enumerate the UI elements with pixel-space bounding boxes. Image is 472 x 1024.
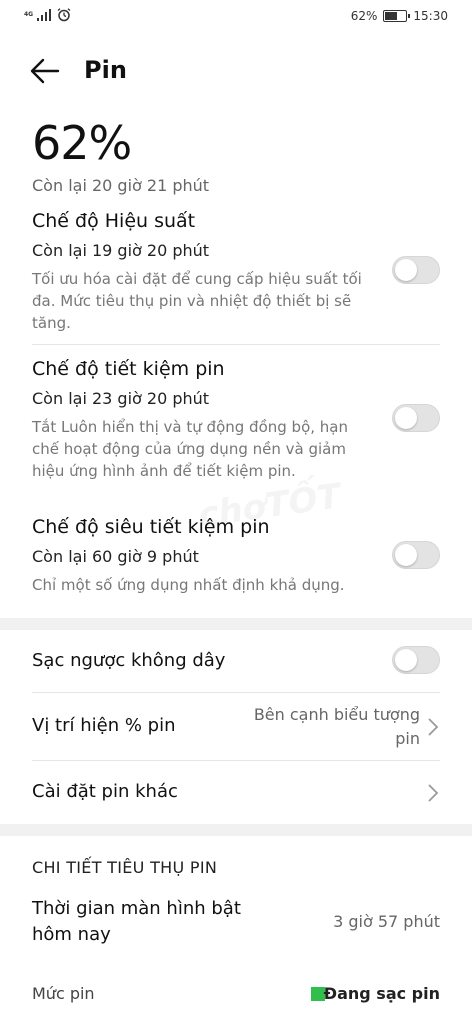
mode-description: Tắt Luôn hiển thị và tự động đồng bộ, hạ… <box>32 418 348 480</box>
other-settings-label: Cài đặt pin khác <box>32 781 178 802</box>
chevron-right-icon <box>428 784 439 802</box>
percent-position-value-line1: Bên cạnh biểu tượng <box>253 705 420 724</box>
back-button[interactable] <box>28 54 62 88</box>
percent-position-label: Vị trí hiện % pin <box>32 715 176 736</box>
mode-remaining: Còn lại 19 giờ 20 phút <box>32 241 210 260</box>
status-battery-percent: 62% <box>350 9 378 23</box>
battery-level-label: Mức pin <box>32 984 95 1003</box>
mode-power-saving: Chế độ tiết kiệm pin Còn lại 23 giờ 20 p… <box>32 358 442 482</box>
battery-icon <box>383 10 411 22</box>
chevron-right-icon <box>428 718 439 736</box>
mode-remaining: Còn lại 60 giờ 9 phút <box>32 547 199 566</box>
app-header: Pin <box>0 48 472 94</box>
battery-fill <box>385 12 398 20</box>
back-arrow-icon <box>30 58 60 84</box>
reverse-charging-label: Sạc ngược không dây <box>32 650 226 671</box>
mode-performance: Chế độ Hiệu suất Còn lại 19 giờ 20 phút … <box>32 210 442 334</box>
charging-status: Đang sạc pin <box>323 984 440 1003</box>
alarm-icon <box>57 8 71 22</box>
battery-percent-large: 62% <box>32 116 132 170</box>
status-time: 15:30 <box>413 9 448 23</box>
power-saving-toggle[interactable] <box>392 404 440 432</box>
screen-on-label-line2: hôm nay <box>32 924 111 945</box>
screen-on-time-row: Thời gian màn hình bật hôm nay 3 giờ 57 … <box>0 896 472 954</box>
section-heading: CHI TIẾT TIÊU THỤ PIN <box>32 858 218 877</box>
percent-position-row[interactable]: Vị trí hiện % pin Bên cạnh biểu tượng pi… <box>0 693 472 759</box>
status-right: 62% 15:30 <box>351 9 448 23</box>
mode-description: Tối ưu hóa cài đặt để cung cấp hiệu suất… <box>32 270 362 332</box>
reverse-charging-toggle[interactable] <box>392 646 440 674</box>
ultra-power-saving-toggle[interactable] <box>392 541 440 569</box>
page-title: Pin <box>84 56 127 84</box>
mode-title: Chế độ tiết kiệm pin <box>32 358 225 380</box>
status-left: 4G <box>24 8 71 22</box>
screen-on-value: 3 giờ 57 phút <box>333 912 440 931</box>
section-separator <box>0 618 472 630</box>
battery-remaining: Còn lại 20 giờ 21 phút <box>32 176 210 195</box>
mode-ultra-power-saving: Chế độ siêu tiết kiệm pin Còn lại 60 giờ… <box>32 516 442 596</box>
network-type-label: 4G <box>24 11 34 18</box>
mode-title: Chế độ Hiệu suất <box>32 210 196 232</box>
performance-mode-toggle[interactable] <box>392 256 440 284</box>
mode-title: Chế độ siêu tiết kiệm pin <box>32 516 270 538</box>
percent-position-value-line2: pin <box>395 729 420 748</box>
mode-remaining: Còn lại 23 giờ 20 phút <box>32 389 210 408</box>
screen-on-label-line1: Thời gian màn hình bật <box>32 898 241 919</box>
section-separator <box>0 824 472 836</box>
divider <box>32 344 440 345</box>
signal-icon <box>37 9 52 21</box>
status-bar: 4G 62% 15:30 <box>0 0 472 34</box>
other-settings-row[interactable]: Cài đặt pin khác <box>0 761 472 823</box>
mode-description: Chỉ một số ứng dụng nhất định khả dụng. <box>32 576 345 594</box>
